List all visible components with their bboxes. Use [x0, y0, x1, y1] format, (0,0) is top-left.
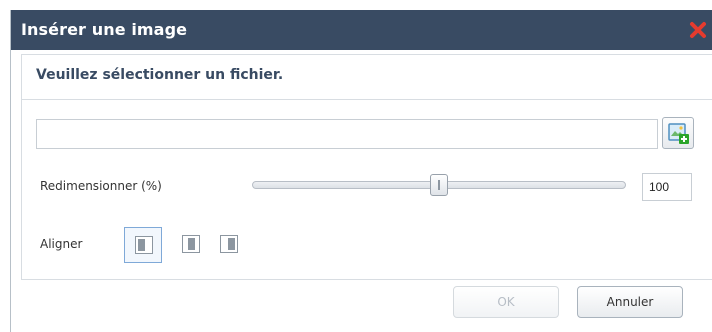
resize-label: Redimensionner (%): [40, 179, 162, 193]
align-right-icon: [220, 235, 238, 253]
ok-button[interactable]: OK: [453, 286, 559, 318]
insert-image-dialog: Insérer une image Veuillez sélectionner …: [10, 10, 712, 332]
align-left-button[interactable]: [124, 227, 162, 263]
dialog-panel: Veuillez sélectionner un fichier. Redime…: [21, 54, 712, 280]
panel-header: Veuillez sélectionner un fichier.: [22, 55, 712, 100]
resize-slider-thumb[interactable]: [430, 174, 448, 196]
instruction-text: Veuillez sélectionner un fichier.: [36, 67, 284, 83]
cancel-button[interactable]: Annuler: [577, 286, 683, 318]
add-image-icon: [668, 123, 689, 144]
align-right-button[interactable]: [210, 227, 248, 263]
align-left-icon: [135, 236, 153, 254]
add-file-button[interactable]: [662, 117, 694, 149]
dialog-title: Insérer une image: [21, 20, 188, 39]
resize-percent-input[interactable]: [642, 173, 692, 201]
align-center-button[interactable]: [172, 227, 210, 263]
close-icon[interactable]: [689, 20, 707, 40]
align-label: Aligner: [40, 237, 83, 251]
dialog-titlebar: Insérer une image: [11, 10, 712, 50]
align-center-icon: [182, 235, 200, 253]
file-path-input[interactable]: [36, 119, 658, 149]
